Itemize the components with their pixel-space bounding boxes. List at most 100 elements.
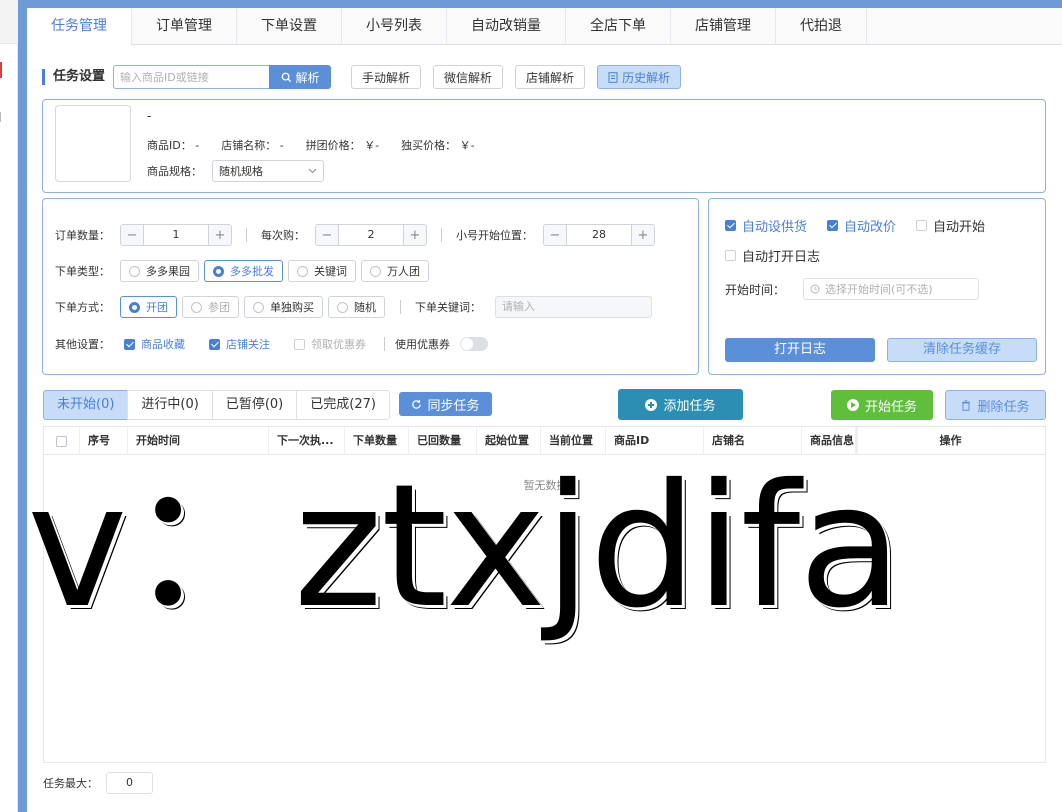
method-option-open-group[interactable]: 开团 [120, 296, 177, 318]
order-qty-value[interactable]: 1 [144, 225, 208, 245]
divider [441, 228, 442, 242]
auto-start-checkbox[interactable]: 自动开始 [916, 216, 985, 235]
start-pos-value[interactable]: 28 [567, 225, 631, 245]
quantity-row: 订单数量： − 1 + 每次购： − 2 + 小号开始位置： − 28 + [55, 224, 655, 246]
type-option-label: 多多果园 [146, 265, 190, 278]
spec-select[interactable]: 随机规格 [212, 160, 324, 182]
plus-icon[interactable]: + [631, 225, 654, 245]
tab-task-management[interactable]: 任务管理 [27, 8, 132, 46]
tab-shop-management[interactable]: 店铺管理 [671, 8, 776, 45]
history-parse-button[interactable]: 历史解析 [597, 65, 682, 89]
order-qty-label: 订单数量： [55, 229, 110, 242]
method-option-single-buy[interactable]: 单独购买 [244, 296, 323, 318]
start-pos-stepper[interactable]: − 28 + [543, 224, 655, 246]
method-option-label: 开团 [146, 301, 168, 314]
type-option-group[interactable]: 万人团 [361, 260, 429, 282]
add-task-button[interactable]: 添加任务 [618, 389, 743, 420]
start-time-input[interactable]: 选择开始时间(可不选) [803, 278, 980, 300]
radio-icon [297, 265, 308, 277]
auto-start-label: 自动开始 [933, 220, 986, 235]
start-task-label: 开始任务 [864, 399, 917, 415]
checkbox-icon[interactable] [56, 435, 67, 447]
per-buy-value[interactable]: 2 [339, 225, 403, 245]
plus-circle-icon [645, 398, 658, 411]
shop-parse-button[interactable]: 店铺解析 [515, 65, 586, 89]
trash-icon [962, 399, 971, 411]
wechat-parse-button[interactable]: 微信解析 [433, 65, 504, 89]
follow-shop-checkbox[interactable]: 店铺关注 [209, 336, 270, 352]
method-option-label: 随机 [354, 301, 376, 314]
minus-icon[interactable]: − [121, 225, 144, 245]
auto-supply-checkbox[interactable]: 自动设供货 [725, 216, 807, 235]
tab-whole-shop-order[interactable]: 全店下单 [566, 8, 671, 45]
tab-order-management[interactable]: 订单管理 [132, 8, 237, 45]
checkbox-icon [725, 250, 736, 261]
parse-button-label: 解析 [295, 70, 320, 85]
clear-cache-button[interactable]: 清除任务缓存 [887, 338, 1037, 362]
footer-row: 任务最大： 0 [43, 772, 153, 794]
spec-label: 商品规格： [147, 165, 202, 178]
max-tasks-label: 任务最大： [43, 777, 98, 790]
start-time-row: 开始时间： 选择开始时间(可不选) [725, 278, 980, 300]
type-option-label: 万人团 [387, 265, 420, 278]
delete-task-button[interactable]: 删除任务 [945, 390, 1046, 420]
keyword-label: 下单关键词： [415, 301, 481, 314]
product-info-panel: - 商品ID： - 店铺名称： - 拼团价格： ￥- 独买价格： ￥- 商品规格… [42, 99, 1046, 193]
order-type-row: 下单类型： 多多果园 多多批发 关键词 万人团 [55, 260, 434, 282]
tab-account-list[interactable]: 小号列表 [342, 8, 447, 45]
open-log-button[interactable]: 打开日志 [725, 338, 875, 362]
spec-select-value: 随机规格 [219, 165, 263, 178]
product-id: 商品ID： - [147, 137, 199, 153]
order-qty-stepper[interactable]: − 1 + [120, 224, 232, 246]
tab-auto-sales[interactable]: 自动改销量 [447, 8, 566, 45]
type-option-label: 多多批发 [230, 265, 274, 278]
search-placeholder: 输入商品ID或链接 [120, 71, 209, 84]
max-tasks-input[interactable]: 0 [106, 772, 153, 794]
type-option-orchard[interactable]: 多多果园 [120, 260, 199, 282]
checkbox-icon [916, 220, 928, 231]
add-task-label: 添加任务 [663, 399, 716, 414]
auto-log-checkbox[interactable]: 自动打开日志 [725, 246, 820, 265]
method-option-random[interactable]: 随机 [328, 296, 385, 318]
plus-icon[interactable]: + [403, 225, 426, 245]
checkbox-icon [124, 338, 135, 350]
method-option-join-group[interactable]: 参团 [182, 296, 239, 318]
product-id-label: 商品ID： [147, 139, 192, 152]
refresh-icon [412, 399, 422, 409]
type-option-keyword[interactable]: 关键词 [288, 260, 356, 282]
method-option-label: 单独购买 [270, 301, 314, 314]
keyword-input[interactable]: 请输入 [495, 296, 652, 318]
parse-button[interactable]: 解析 [269, 65, 332, 89]
plus-icon[interactable]: + [208, 225, 231, 245]
clock-icon [810, 284, 820, 294]
divider [384, 337, 385, 351]
tab-proxy-refund[interactable]: 代拍退 [776, 8, 867, 45]
type-option-wholesale[interactable]: 多多批发 [204, 260, 283, 282]
favorite-product-checkbox[interactable]: 商品收藏 [124, 336, 185, 352]
status-tab-not-started[interactable]: 未开始(0) [43, 390, 129, 420]
manual-parse-button[interactable]: 手动解析 [351, 65, 422, 89]
divider [400, 300, 401, 314]
sync-tasks-button[interactable]: 同步任务 [399, 392, 492, 416]
start-task-button[interactable]: 开始任务 [831, 390, 933, 420]
order-type-label: 下单类型： [55, 265, 110, 278]
tab-order-settings[interactable]: 下单设置 [237, 8, 342, 45]
status-tab-in-progress[interactable]: 进行中(0) [127, 390, 213, 420]
order-method-row: 下单方式： 开团 参团 单独购买 随机 下单关键词： 请输入 [55, 296, 652, 318]
product-search-input[interactable]: 输入商品ID或链接 [113, 65, 270, 89]
minus-icon[interactable]: − [316, 225, 339, 245]
delete-task-label: 删除任务 [977, 399, 1030, 415]
radio-icon [191, 301, 202, 313]
checkbox-icon [294, 338, 305, 350]
group-price-value: ￥- [364, 139, 380, 152]
use-coupon-switch[interactable] [460, 337, 488, 351]
radio-icon [370, 265, 381, 277]
sync-tasks-label: 同步任务 [427, 398, 480, 414]
per-buy-stepper[interactable]: − 2 + [315, 224, 427, 246]
status-tab-completed[interactable]: 已完成(27) [296, 390, 390, 420]
auto-price-checkbox[interactable]: 自动改价 [827, 216, 896, 235]
status-tab-paused[interactable]: 已暂停(0) [211, 390, 298, 420]
minus-icon[interactable]: − [544, 225, 567, 245]
get-coupon-checkbox[interactable]: 领取优惠券 [294, 336, 366, 352]
chevron-down-icon [308, 168, 317, 174]
